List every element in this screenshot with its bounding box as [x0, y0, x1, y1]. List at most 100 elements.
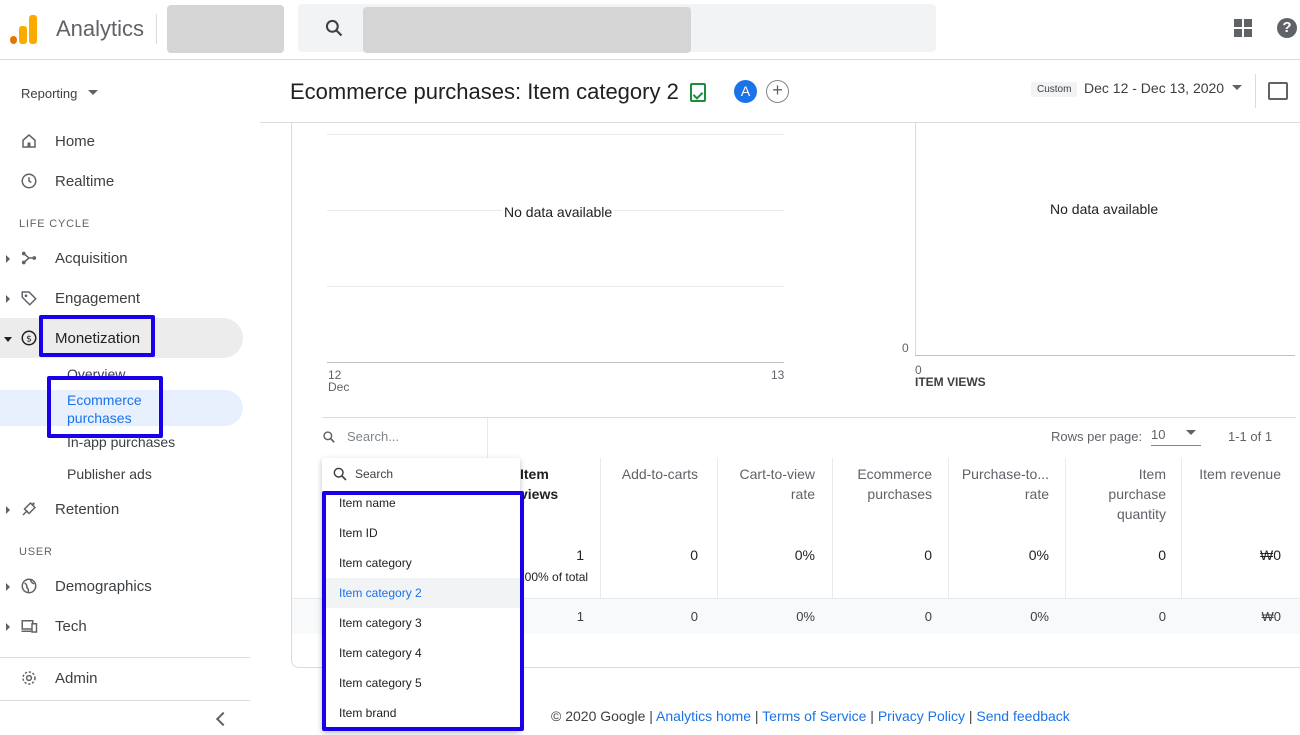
column-header-label: quantity: [1116, 506, 1166, 522]
column-header-item-views[interactable]: Item views: [520, 464, 584, 504]
chart-axis: [327, 362, 784, 363]
row-cell: 0%: [1030, 609, 1049, 624]
gear-icon: [22, 671, 36, 685]
globe-icon: [21, 578, 37, 594]
sidebar-item-label: Engagement: [55, 290, 141, 307]
column-header-item-purchase-quantity[interactable]: Item purchase quantity: [1070, 464, 1166, 524]
x-axis-label: ITEM VIEWS: [915, 375, 986, 389]
sidebar-item-acquisition[interactable]: Acquisition: [0, 241, 243, 277]
column-header-label: purchase: [1108, 486, 1166, 502]
sidebar: Reporting Home Realtime LIFE CYCLE Acqui…: [0, 60, 260, 735]
chart-axis: [915, 355, 1295, 356]
terms-link[interactable]: Terms of Service: [762, 708, 866, 724]
copyright-text: © 2020 Google |: [551, 708, 653, 724]
y-tick-label: 0: [902, 341, 909, 355]
sidebar-item-admin[interactable]: Admin: [0, 661, 243, 697]
dollar-icon: $: [21, 330, 37, 346]
header-divider: [1255, 74, 1256, 108]
analytics-logo-icon[interactable]: [10, 14, 38, 44]
svg-text:$: $: [26, 334, 32, 344]
footer-separator: |: [754, 708, 759, 724]
expand-arrow-icon[interactable]: [6, 255, 10, 263]
sidebar-item-label: Realtime: [55, 173, 115, 190]
privacy-link[interactable]: Privacy Policy: [878, 708, 965, 724]
collapse-sidebar-icon[interactable]: [215, 711, 231, 727]
chevron-down-icon[interactable]: [1232, 85, 1242, 90]
add-comparison-button[interactable]: +: [766, 80, 789, 103]
footer-separator: |: [870, 708, 874, 724]
column-header-add-to-carts[interactable]: Add-to-carts: [600, 464, 698, 484]
x-tick-label: 13: [771, 368, 785, 382]
totals-cell: 0%: [1028, 547, 1049, 563]
chevron-down-icon[interactable]: [88, 90, 98, 95]
sidebar-item-home[interactable]: Home: [0, 124, 243, 160]
row-cell: 1: [576, 609, 584, 624]
section-heading-user: USER: [19, 546, 53, 558]
sidebar-item-demographics[interactable]: Demographics: [0, 569, 243, 605]
column-header-label: rate: [790, 486, 815, 502]
table-search-input[interactable]: Search...: [347, 429, 399, 444]
chart-gridline: [327, 286, 784, 287]
column-header-label: Item revenue: [1199, 466, 1281, 482]
search-input[interactable]: [363, 7, 691, 53]
global-search[interactable]: [298, 4, 936, 53]
saved-report-icon[interactable]: [690, 83, 706, 102]
totals-cell: ₩0: [1260, 547, 1281, 563]
page-title: Ecommerce purchases: Item category 2: [290, 79, 679, 104]
chevron-down-icon[interactable]: [1186, 430, 1196, 435]
totals-cell: 0%: [794, 547, 815, 563]
sidebar-subitem-publisher-ads[interactable]: Publisher ads: [67, 466, 152, 482]
customize-report-icon[interactable]: [1268, 82, 1288, 100]
annotation-box-dropdown: [322, 491, 524, 731]
sidebar-item-tech[interactable]: Tech: [0, 609, 243, 645]
expand-arrow-icon[interactable]: [6, 295, 10, 303]
column-header-purchase-to-view-rate[interactable]: Purchase-to... rate: [950, 464, 1049, 504]
annotation-box-ecommerce: [47, 376, 163, 438]
sidebar-item-label: Retention: [55, 501, 120, 518]
report-header: Ecommerce purchases: Item category 2 A +…: [260, 60, 1300, 123]
search-icon: [333, 467, 347, 481]
date-preset-chip[interactable]: Custom: [1031, 82, 1078, 97]
column-header-label: Cart-to-view: [739, 466, 815, 482]
column-header-item-revenue[interactable]: Item revenue: [1185, 464, 1281, 484]
column-header-label: purchases: [867, 486, 932, 502]
apps-grid-icon[interactable]: [1234, 19, 1252, 37]
sidebar-item-retention[interactable]: Retention: [0, 492, 243, 528]
home-icon: [22, 134, 36, 148]
expand-arrow-icon[interactable]: [6, 506, 10, 514]
account-selector[interactable]: [167, 5, 284, 53]
collapse-arrow-icon[interactable]: [4, 337, 12, 342]
date-range-picker[interactable]: Dec 12 - Dec 13, 2020: [1084, 80, 1224, 96]
footer-separator: |: [968, 708, 973, 724]
column-header-label: rate: [1024, 486, 1049, 502]
sidebar-item-engagement[interactable]: Engagement: [0, 281, 243, 317]
send-feedback-link[interactable]: Send feedback: [976, 708, 1069, 724]
table-divider: [322, 417, 1296, 418]
sidebar-subitem-inapp-purchases[interactable]: In-app purchases: [67, 434, 175, 450]
totals-cell: 0: [690, 547, 698, 563]
comparison-avatar[interactable]: A: [734, 80, 757, 103]
sidebar-item-label: Demographics: [55, 578, 152, 595]
column-header-label: Ecommerce: [857, 466, 932, 482]
app-title[interactable]: Analytics: [56, 16, 144, 42]
chart-gridline: [327, 134, 784, 135]
no-data-label: No data available: [502, 204, 615, 220]
column-header-ecommerce-purchases[interactable]: Ecommerce purchases: [832, 464, 932, 504]
footer: © 2020 Google | Analytics home | Terms o…: [551, 708, 1070, 724]
analytics-home-link[interactable]: Analytics home: [656, 708, 751, 724]
search-icon: [323, 431, 335, 443]
dropdown-search-input[interactable]: Search: [355, 467, 393, 481]
sidebar-divider: [0, 657, 250, 658]
sidebar-divider: [0, 700, 250, 701]
expand-arrow-icon[interactable]: [6, 583, 10, 591]
reporting-selector[interactable]: Reporting: [21, 86, 77, 101]
expand-arrow-icon[interactable]: [6, 623, 10, 631]
column-header-cart-to-view-rate[interactable]: Cart-to-view rate: [720, 464, 815, 504]
pagination-status: 1-1 of 1: [1228, 429, 1273, 444]
help-icon[interactable]: ?: [1277, 18, 1297, 38]
totals-cell: 0: [1158, 547, 1166, 563]
tag-icon: [21, 291, 37, 306]
sidebar-item-label: Admin: [55, 670, 98, 687]
sidebar-item-realtime[interactable]: Realtime: [0, 164, 243, 200]
row-cell: ₩0: [1261, 609, 1282, 624]
